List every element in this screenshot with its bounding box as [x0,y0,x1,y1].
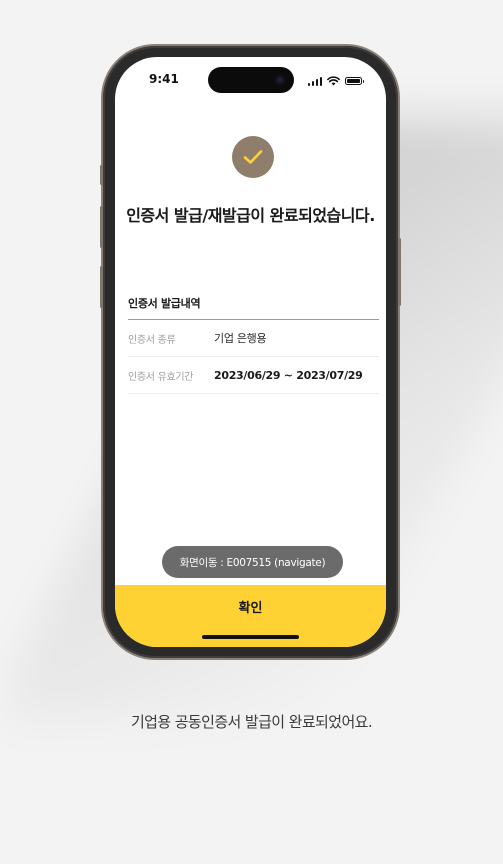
phone-volume-down-button [100,266,103,308]
camera-icon [275,75,285,85]
result-title: 인증서 발급/재발급이 완료되었습니다. [126,206,375,225]
wifi-icon [327,76,340,86]
detail-row-type: 인증서 종류 기업 은행용 [128,320,379,357]
signal-icon [307,76,322,86]
phone-side-button [100,165,103,185]
status-icons [307,75,364,87]
battery-icon [345,77,364,85]
dynamic-island [208,67,294,93]
check-circle [232,136,274,178]
detail-label: 인증서 유효기간 [128,371,194,383]
details-section-title: 인증서 발급내역 [128,297,201,310]
phone-power-button [398,238,401,306]
detail-row-validity: 인증서 유효기간 2023/06/29 ~ 2023/07/29 [128,357,379,394]
caption-text: 기업용 공동인증서 발급이 완료되었어요. [130,713,373,731]
navigation-toast: 화면이동 : E007515 (navigate) [162,546,343,578]
check-icon [243,150,263,164]
phone-volume-up-button [100,206,103,248]
detail-value: 기업 은행용 [214,332,267,345]
detail-value: 2023/06/29 ~ 2023/07/29 [214,368,363,382]
status-time: 9:41 [149,72,179,86]
detail-label: 인증서 종류 [128,334,176,346]
phone-screen: 9:41 인증서 발급/재발급이 완료되었습니다. 인증서 발급내역 인증서 종… [115,57,386,647]
home-indicator[interactable] [202,635,299,639]
